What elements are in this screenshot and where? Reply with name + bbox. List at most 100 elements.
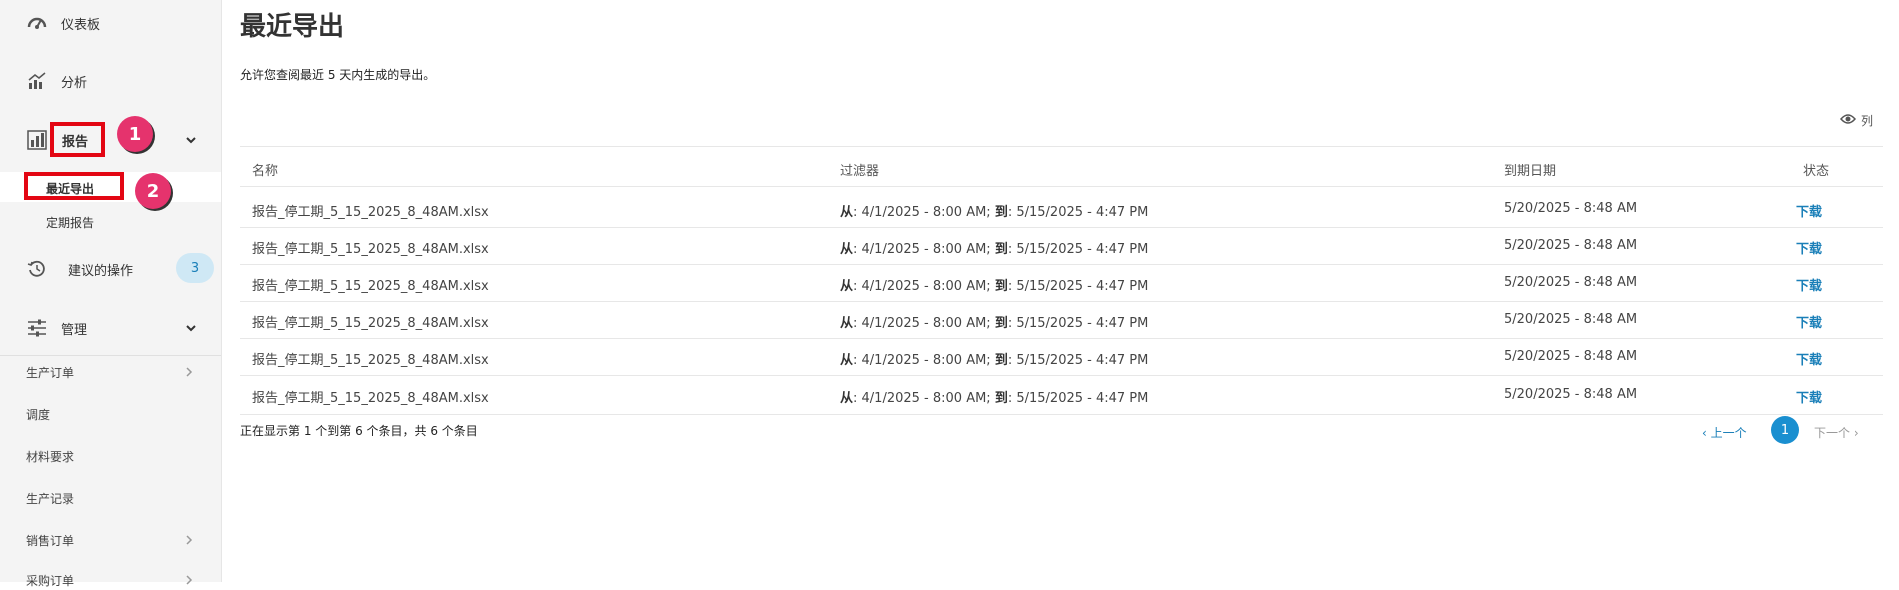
filter-from-label: 从	[840, 242, 854, 257]
filter-from-value: : 4/1/2025 - 8:00 AM;	[853, 353, 995, 368]
chevron-down-icon[interactable]	[184, 321, 198, 335]
filter-from-value: : 4/1/2025 - 8:00 AM;	[853, 279, 995, 294]
manage-item-sales-orders[interactable]: 销售订单	[0, 532, 221, 550]
row-file-name: 报告_停工期_5_15_2025_8_48AM.xlsx	[252, 316, 489, 331]
nav-reports[interactable]: 报告	[0, 129, 221, 151]
table-row: 报告_停工期_5_15_2025_8_48AM.xlsx 从: 4/1/2025…	[240, 264, 1883, 302]
filter-from-value: : 4/1/2025 - 8:00 AM;	[853, 316, 995, 331]
filter-from-label: 从	[840, 353, 854, 368]
row-file-name: 报告_停工期_5_15_2025_8_48AM.xlsx	[252, 391, 489, 406]
filter-to-label: 到	[994, 205, 1008, 220]
report-chart-icon	[26, 129, 48, 151]
filter-to-label: 到	[994, 391, 1008, 406]
row-file-name: 报告_停工期_5_15_2025_8_48AM.xlsx	[252, 242, 489, 257]
manage-item-label: 销售订单	[26, 534, 75, 548]
table-row: 报告_停工期_5_15_2025_8_48AM.xlsx 从: 4/1/2025…	[240, 186, 1883, 228]
filter-from-label: 从	[840, 279, 854, 294]
manage-item-label: 采购订单	[26, 574, 75, 588]
pagination-page-1[interactable]: 1	[1771, 416, 1799, 444]
suggested-count-badge: 3	[176, 253, 214, 283]
table-row: 报告_停工期_5_15_2025_8_48AM.xlsx 从: 4/1/2025…	[240, 338, 1883, 376]
filter-to-label: 到	[994, 353, 1008, 368]
download-link[interactable]: 下载	[1796, 275, 1822, 294]
manage-item-material-requirements[interactable]: 材料要求	[0, 448, 221, 466]
row-expiry-date: 5/20/2025 - 8:48 AM	[1504, 349, 1638, 364]
row-filter: 从: 4/1/2025 - 8:00 AM; 到: 5/15/2025 - 4:…	[840, 349, 1148, 368]
sliders-icon	[26, 317, 48, 339]
download-link[interactable]: 下载	[1796, 349, 1822, 368]
download-link[interactable]: 下载	[1796, 201, 1822, 220]
pagination-prev[interactable]: ‹ 上一个	[1702, 424, 1747, 441]
chevron-right-icon	[184, 574, 194, 585]
sub-item-scheduled-reports[interactable]: 定期报告	[0, 206, 221, 236]
header-name[interactable]: 名称	[252, 160, 278, 179]
sub-item-scheduled-reports-label: 定期报告	[46, 216, 95, 230]
filter-to-value: : 5/15/2025 - 4:47 PM	[1007, 242, 1149, 257]
chevron-right-icon	[184, 534, 194, 545]
row-filter: 从: 4/1/2025 - 8:00 AM; 到: 5/15/2025 - 4:…	[840, 201, 1148, 220]
row-expiry-date: 5/20/2025 - 8:48 AM	[1504, 238, 1638, 253]
filter-to-value: : 5/15/2025 - 4:47 PM	[1007, 316, 1149, 331]
row-filter: 从: 4/1/2025 - 8:00 AM; 到: 5/15/2025 - 4:…	[840, 387, 1148, 406]
table-row: 报告_停工期_5_15_2025_8_48AM.xlsx 从: 4/1/2025…	[240, 227, 1883, 265]
manage-item-purchase-orders[interactable]: 采购订单	[0, 572, 221, 590]
manage-item-production-orders[interactable]: 生产订单	[0, 364, 221, 382]
manage-item-label: 生产记录	[26, 492, 75, 506]
filter-to-value: : 5/15/2025 - 4:47 PM	[1007, 205, 1149, 220]
page-description: 允许您查阅最近 5 天内生成的导出。	[240, 68, 436, 82]
filter-to-value: : 5/15/2025 - 4:47 PM	[1007, 353, 1149, 368]
filter-from-label: 从	[840, 205, 854, 220]
highlight-box-recent-exports	[24, 172, 124, 200]
page-title: 最近导出	[240, 12, 345, 42]
callout-badge-1: 1	[117, 116, 153, 152]
nav-dashboard-label: 仪表板	[61, 17, 101, 33]
analytics-icon	[26, 70, 48, 92]
filter-to-value: : 5/15/2025 - 4:47 PM	[1007, 279, 1149, 294]
row-expiry-date: 5/20/2025 - 8:48 AM	[1504, 387, 1638, 402]
filter-to-label: 到	[994, 279, 1008, 294]
filter-from-value: : 4/1/2025 - 8:00 AM;	[853, 242, 995, 257]
row-expiry-date: 5/20/2025 - 8:48 AM	[1504, 312, 1638, 327]
table-header-row: 名称 过滤器 到期日期 状态	[240, 146, 1883, 187]
filter-from-label: 从	[840, 316, 854, 331]
manage-item-label: 调度	[26, 408, 51, 422]
download-link[interactable]: 下载	[1796, 238, 1822, 257]
history-icon	[26, 258, 48, 280]
table-row: 报告_停工期_5_15_2025_8_48AM.xlsx 从: 4/1/2025…	[240, 375, 1883, 415]
row-filter: 从: 4/1/2025 - 8:00 AM; 到: 5/15/2025 - 4:…	[840, 312, 1148, 331]
nav-suggested-actions-label: 建议的操作	[68, 263, 134, 279]
manage-item-label: 材料要求	[26, 450, 75, 464]
filter-from-value: : 4/1/2025 - 8:00 AM;	[853, 205, 995, 220]
row-expiry-date: 5/20/2025 - 8:48 AM	[1504, 201, 1638, 216]
table-row: 报告_停工期_5_15_2025_8_48AM.xlsx 从: 4/1/2025…	[240, 301, 1883, 339]
columns-button[interactable]: 列	[1840, 112, 1873, 129]
header-expiry-date[interactable]: 到期日期	[1504, 160, 1556, 179]
nav-manage-label: 管理	[61, 322, 88, 338]
sidebar: 仪表板 分析 报告 最近导出 定期报告 建议的操作 3 管理 生产订单 调度 材…	[0, 0, 222, 588]
nav-analytics-label: 分析	[61, 75, 88, 91]
pagination-next[interactable]: 下一个 ›	[1814, 424, 1859, 441]
row-file-name: 报告_停工期_5_15_2025_8_48AM.xlsx	[252, 205, 489, 220]
download-link[interactable]: 下载	[1796, 387, 1822, 406]
row-file-name: 报告_停工期_5_15_2025_8_48AM.xlsx	[252, 279, 489, 294]
dashboard-icon	[26, 12, 48, 34]
row-filter: 从: 4/1/2025 - 8:00 AM; 到: 5/15/2025 - 4:…	[840, 238, 1148, 257]
header-filter[interactable]: 过滤器	[840, 160, 879, 179]
highlight-box-reports	[50, 122, 105, 157]
chevron-down-icon[interactable]	[184, 133, 198, 147]
nav-manage[interactable]: 管理	[0, 317, 221, 339]
nav-analytics[interactable]: 分析	[0, 70, 221, 92]
filter-from-value: : 4/1/2025 - 8:00 AM;	[853, 391, 995, 406]
manage-item-label: 生产订单	[26, 366, 75, 380]
divider	[0, 355, 221, 356]
filter-to-label: 到	[994, 242, 1008, 257]
row-expiry-date: 5/20/2025 - 8:48 AM	[1504, 275, 1638, 290]
download-link[interactable]: 下载	[1796, 312, 1822, 331]
chevron-right-icon	[184, 366, 194, 377]
nav-dashboard[interactable]: 仪表板	[0, 12, 221, 34]
manage-item-scheduling[interactable]: 调度	[0, 406, 221, 424]
manage-item-production-records[interactable]: 生产记录	[0, 490, 221, 508]
row-file-name: 报告_停工期_5_15_2025_8_48AM.xlsx	[252, 353, 489, 368]
header-status[interactable]: 状态	[1803, 160, 1829, 179]
row-filter: 从: 4/1/2025 - 8:00 AM; 到: 5/15/2025 - 4:…	[840, 275, 1148, 294]
